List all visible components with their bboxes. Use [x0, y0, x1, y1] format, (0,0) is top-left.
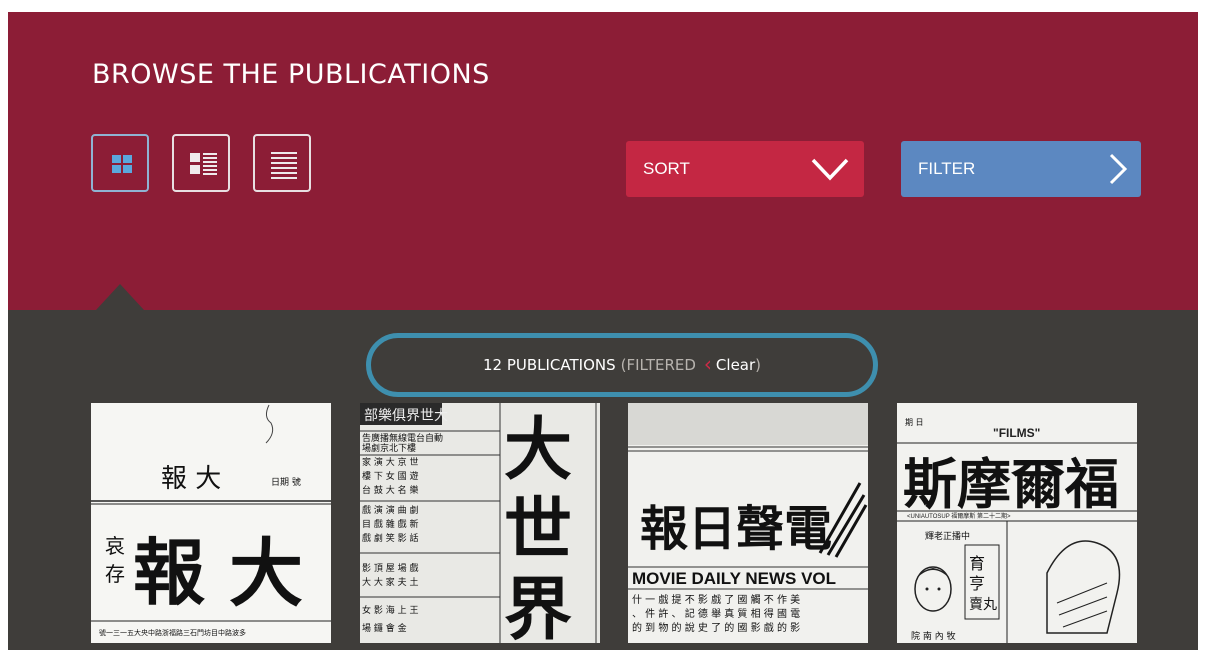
publication-thumbnail[interactable]: 部樂俱界世大 告廣播無線電台自動 場劇京北下樓 家 演 大 京 世 樓 下 女 …: [360, 403, 600, 643]
svg-text:亨: 亨: [969, 574, 985, 593]
svg-text:部樂俱界世大: 部樂俱界世大: [364, 407, 448, 424]
results-count-pill: 12 PUBLICATIONS (FILTERED ‹ Clear ): [366, 333, 878, 397]
svg-text:哀: 哀: [105, 534, 125, 558]
svg-text:賣丸: 賣丸: [969, 597, 997, 613]
svg-text:世: 世: [504, 490, 572, 570]
svg-text:"FILMS": "FILMS": [993, 426, 1040, 440]
svg-text:界: 界: [504, 570, 572, 643]
svg-text:場 鑼 會 金: 場 鑼 會 金: [362, 622, 407, 634]
results-count: 12 PUBLICATIONS: [482, 356, 616, 374]
svg-text:報日聲電: 報日聲電: [640, 501, 832, 557]
svg-text:MOVIE DAILY NEWS VOL: MOVIE DAILY NEWS VOL: [632, 569, 836, 588]
svg-text:斯摩爾福: 斯摩爾福: [903, 452, 1119, 516]
svg-text:輝老正播中: 輝老正播中: [925, 530, 970, 542]
svg-text:場劇京北下樓: 場劇京北下樓: [362, 442, 416, 454]
publication-thumbnail[interactable]: 報 大 日期 號 哀 存 報 大 號一三一五大央中路浙福路三石門坊目中路波多: [91, 403, 331, 643]
svg-text:存: 存: [105, 562, 125, 586]
grid-icon: [112, 155, 132, 173]
publication-cover-image: 報日聲電 MOVIE DAILY NEWS VOL 什 一 戲 提 不 影 戲 …: [628, 403, 868, 643]
close-paren: ): [755, 356, 762, 374]
svg-text:報: 報: [133, 530, 205, 615]
svg-text:大: 大: [229, 531, 303, 617]
publication-cover-image: 部樂俱界世大 告廣播無線電台自動 場劇京北下樓 家 演 大 京 世 樓 下 女 …: [360, 403, 600, 643]
svg-text:大: 大: [504, 410, 572, 490]
publication-thumbnail[interactable]: "FILMS" 期 日 斯摩爾福 <UNIAUTOSUP 福爾摩斯 第二十二期>…: [897, 403, 1137, 643]
grid-view-button[interactable]: [91, 134, 149, 192]
chevron-down-icon: [811, 158, 849, 181]
svg-text:報 大: 報 大: [161, 464, 221, 494]
page-title: BROWSE THE PUBLICATIONS: [92, 59, 490, 90]
svg-text:家 演 大 京 世: 家 演 大 京 世: [362, 456, 418, 468]
svg-text:的 到 物 的 說 史 了 的 國 影 戲 的 影: 的 到 物 的 說 史 了 的 國 影 戲 的 影: [632, 621, 800, 634]
svg-text:戲 劇 笑 影 話: 戲 劇 笑 影 話: [362, 532, 418, 544]
publication-thumbnail[interactable]: 報日聲電 MOVIE DAILY NEWS VOL 什 一 戲 提 不 影 戲 …: [628, 403, 868, 643]
publication-cover-image: 報 大 日期 號 哀 存 報 大 號一三一五大央中路浙福路三石門坊目中路波多: [91, 403, 331, 643]
svg-text:號一三一五大央中路浙福路三石門坊目中路波多: 號一三一五大央中路浙福路三石門坊目中路波多: [99, 628, 246, 637]
chevron-right-icon: [1109, 153, 1128, 185]
clear-filter-link[interactable]: Clear: [716, 356, 755, 374]
svg-text:什 一 戲 提 不 影 戲 了 國 觸 不 作 美: 什 一 戲 提 不 影 戲 了 國 觸 不 作 美: [632, 593, 800, 606]
svg-text:<UNIAUTOSUP 福爾摩斯 第二十二期>: <UNIAUTOSUP 福爾摩斯 第二十二期>: [907, 512, 1011, 520]
sort-label: SORT: [643, 159, 690, 178]
svg-text:育: 育: [969, 554, 985, 573]
svg-text:目 戲 雜 戲 新: 目 戲 雜 戲 新: [362, 518, 418, 530]
results-panel: 12 PUBLICATIONS (FILTERED ‹ Clear ) 報 大 …: [8, 310, 1198, 650]
svg-text:戲 演 演 曲 劇: 戲 演 演 曲 劇: [362, 504, 418, 516]
active-view-pointer: [96, 284, 144, 310]
svg-text:期 日: 期 日: [905, 418, 924, 427]
publication-cover-image: "FILMS" 期 日 斯摩爾福 <UNIAUTOSUP 福爾摩斯 第二十二期>…: [897, 403, 1137, 643]
list-icon: [271, 152, 297, 179]
svg-text:影 頂 屋 場 戲: 影 頂 屋 場 戲: [362, 562, 418, 574]
clear-chevron-icon: ‹: [703, 352, 712, 376]
svg-text:日期 號: 日期 號: [271, 476, 301, 488]
filter-button[interactable]: FILTER: [901, 141, 1141, 197]
svg-text:院 南 內 牧: 院 南 內 牧: [911, 630, 956, 642]
list-detail-icon: [190, 153, 217, 175]
filter-label: FILTER: [918, 159, 976, 178]
list-view-button[interactable]: [253, 134, 311, 192]
svg-text:大 大 家 夫 土: 大 大 家 夫 土: [362, 576, 418, 588]
svg-text:、 件 許 、 記 德 舉 真 質 相 得 國 電: 、 件 許 、 記 德 舉 真 質 相 得 國 電: [632, 607, 800, 620]
list-detail-view-button[interactable]: [172, 134, 230, 192]
svg-text:台 鼓 大 名 樂: 台 鼓 大 名 樂: [362, 484, 418, 496]
svg-text:樓 下 女 國 遊: 樓 下 女 國 遊: [362, 470, 418, 482]
sort-dropdown[interactable]: SORT: [626, 141, 864, 197]
svg-text:女 影 海 上 王: 女 影 海 上 王: [362, 604, 418, 616]
svg-text:告廣播無線電台自動: 告廣播無線電台自動: [362, 432, 443, 444]
filtered-label: (FILTERED: [620, 356, 696, 374]
browse-header: BROWSE THE PUBLICATIONS SORT FILTER: [8, 12, 1198, 310]
